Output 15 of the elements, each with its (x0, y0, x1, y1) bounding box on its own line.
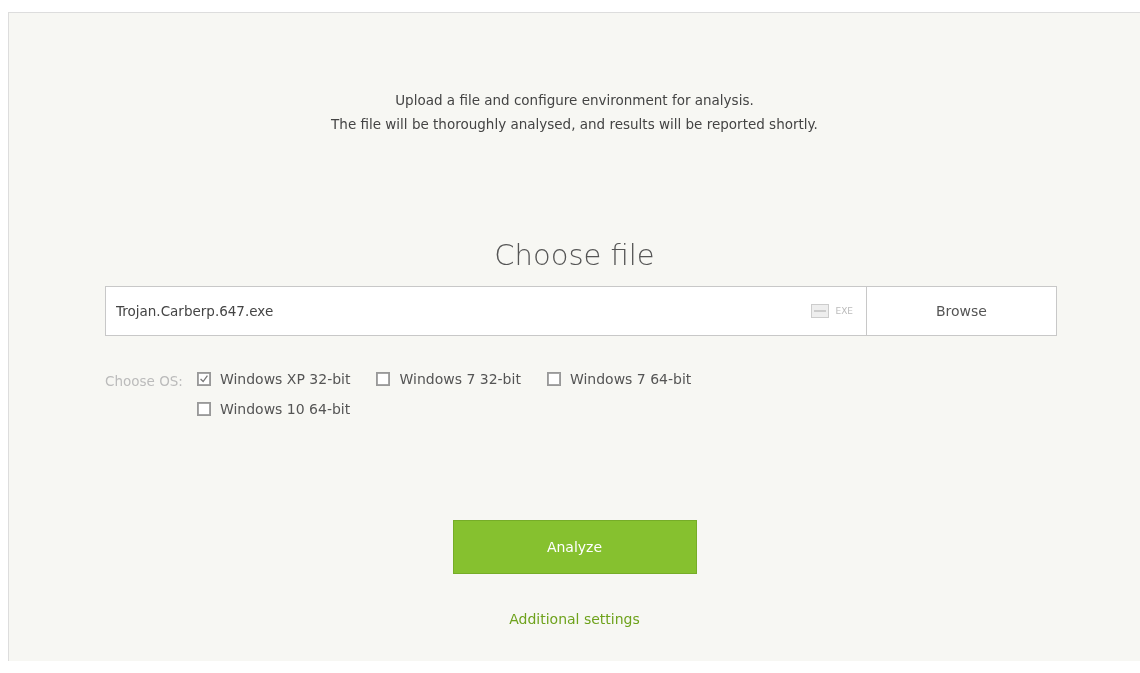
checkbox[interactable] (546, 372, 561, 386)
intro-text: The file will be thoroughly analysed, and results will be reported shortly. (331, 116, 818, 132)
checkbox[interactable] (196, 402, 211, 416)
checkbox[interactable] (196, 372, 211, 386)
os-option-label[interactable]: Windows XP 32-bit (219, 371, 351, 387)
os-label: Choose OS: (105, 372, 183, 391)
file-type-icon (811, 304, 830, 318)
heading: Choose file (494, 238, 655, 272)
checkbox[interactable] (376, 372, 391, 386)
browse-button[interactable]: Browse (867, 286, 1057, 336)
os-option-label[interactable]: Windows 7 32-bit (399, 371, 521, 387)
os-option-label[interactable]: Windows 7 64-bit (569, 371, 692, 387)
intro-text: Upload a file and configure environment for analysis. (395, 92, 754, 108)
file-type-label: EXE (835, 306, 853, 316)
os-option-label[interactable]: Windows 10 64-bit (219, 401, 351, 417)
